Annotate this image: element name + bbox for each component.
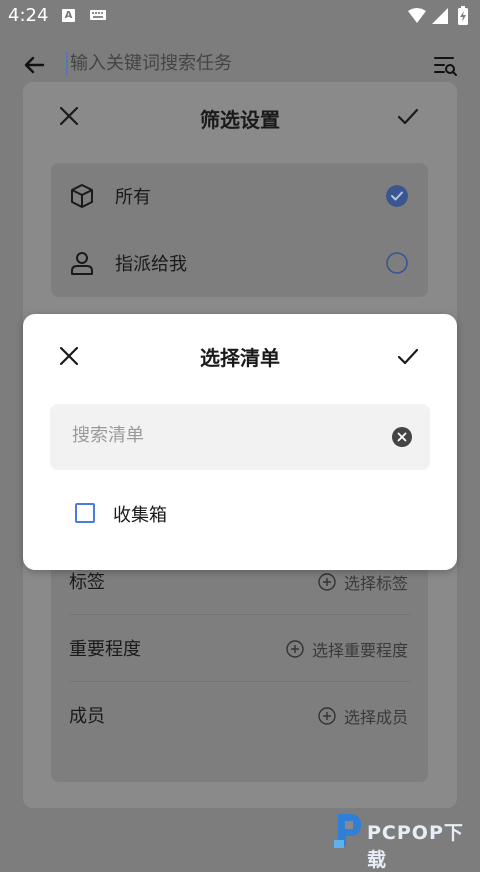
list-search-box xyxy=(50,404,430,470)
attribute-action-label: 选择标签 xyxy=(343,574,408,593)
divider xyxy=(69,614,410,615)
add-circle-icon xyxy=(318,707,336,725)
search-input[interactable]: 输入关键词搜索任务 xyxy=(66,52,232,76)
unchecked-radio-icon xyxy=(386,252,408,274)
attribute-label: 成员 xyxy=(69,706,105,727)
keyboard-icon xyxy=(90,10,106,20)
checked-radio-icon xyxy=(386,185,408,207)
pcpop-logo-icon xyxy=(334,814,361,848)
scope-option-assigned[interactable]: 指派给我 xyxy=(51,230,428,297)
attribute-action-label: 选择成员 xyxy=(343,708,408,727)
list-search-input[interactable] xyxy=(70,424,384,447)
scope-option-all[interactable]: 所有 xyxy=(51,163,428,230)
back-arrow-icon[interactable] xyxy=(22,53,46,77)
scope-option-label: 指派给我 xyxy=(115,254,187,275)
watermark-text: PCPOP下载 xyxy=(367,822,464,871)
filter-title: 筛选设置 xyxy=(200,108,280,132)
select-priority-action[interactable]: 选择重要程度 xyxy=(286,637,408,661)
attribute-label: 标签 xyxy=(69,572,105,593)
clear-icon[interactable] xyxy=(392,427,412,447)
select-tags-action[interactable]: 选择标签 xyxy=(318,570,408,594)
select-members-action[interactable]: 选择成员 xyxy=(318,704,408,728)
keyboard-a-icon: A xyxy=(62,9,75,22)
checkbox[interactable] xyxy=(75,503,95,523)
cube-icon xyxy=(71,184,93,208)
dialog-title: 选择清单 xyxy=(200,346,280,370)
wifi-icon xyxy=(408,8,426,23)
divider xyxy=(69,681,410,682)
watermark: PCPOP下载 xyxy=(330,808,480,871)
add-circle-icon xyxy=(318,573,336,591)
attribute-action-label: 选择重要程度 xyxy=(311,641,408,660)
scope-group: 所有 指派给我 xyxy=(51,163,428,297)
list-option-inbox[interactable]: 收集箱 xyxy=(50,492,430,536)
scope-option-label: 所有 xyxy=(115,187,151,208)
attribute-row-priority[interactable]: 重要程度 选择重要程度 xyxy=(51,614,428,681)
attribute-group: 标签 选择标签 重要程度 选择重要程度 成员 选择成员 xyxy=(51,547,428,782)
select-list-dialog: 选择清单 收集箱 xyxy=(23,314,457,570)
confirm-check-icon[interactable] xyxy=(397,348,419,366)
list-option-label: 收集箱 xyxy=(113,505,167,526)
signal-icon xyxy=(432,8,448,24)
attribute-row-members[interactable]: 成员 选择成员 xyxy=(51,681,428,748)
status-icons xyxy=(408,6,468,25)
filter-search-icon[interactable] xyxy=(434,55,458,77)
confirm-check-icon[interactable] xyxy=(397,108,419,126)
person-icon xyxy=(71,252,93,275)
status-bar: 4:24 A xyxy=(0,0,480,32)
attribute-label: 重要程度 xyxy=(69,639,141,660)
status-time: 4:24 xyxy=(8,5,49,26)
add-circle-icon xyxy=(286,640,304,658)
